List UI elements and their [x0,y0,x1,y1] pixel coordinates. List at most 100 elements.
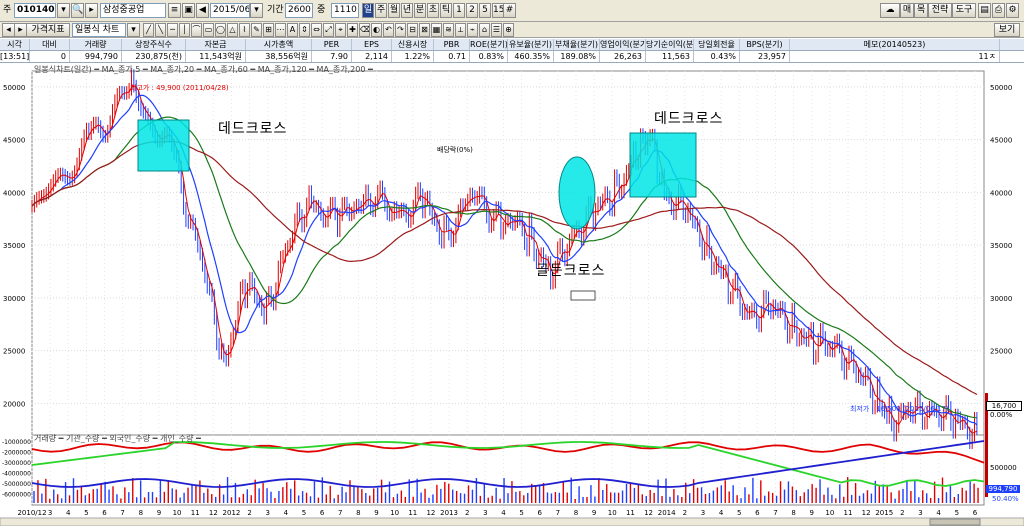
drawing-tool-icon-12[interactable]: A [287,23,298,37]
x-tick-label: 4 [66,509,71,517]
stock-info-values: [13:51] 0 994,790 230,875(천) 11,543억원 38,556억… [0,51,1024,63]
x-tick-label: 3 [265,509,269,517]
buy-button[interactable]: 매 [900,3,914,18]
chart-type-dropdown-icon[interactable]: ▾ [127,23,140,37]
x-tick-label: 2015 [875,509,893,517]
drawing-tool-icon-11[interactable]: ⋯ [275,23,286,37]
info-value-1: 0 [30,51,70,62]
x-tick-label: 5 [302,509,306,517]
x-tick-label: 8 [139,509,143,517]
search-icon[interactable]: 🔍 [71,3,84,18]
chart-toolbar: ◂ ▸ 가격지표 일봉식 차트 ▾ ╱╲─│⌒▭◯△⌇✎⊞⋯A⇕⇔⤢⌖✚⌫◐↶↷… [0,22,1024,38]
stock-info-button[interactable]: ▣ [182,3,195,18]
drawing-tool-icon-6[interactable]: ◯ [215,23,226,37]
x-tick-label: 2010/12 [17,509,46,517]
low-price-annotation: 최저가 : 16,500 (2015/06/17) [850,405,949,413]
settings-icon[interactable]: ⚙ [1006,3,1019,18]
drawing-tool-icon-19[interactable]: ◐ [371,23,382,37]
cloud-icon[interactable]: ☁ [880,3,900,18]
stock-list-button[interactable]: ≡ [168,3,181,18]
drawing-tool-icon-7[interactable]: △ [227,23,238,37]
drawing-tool-icon-8[interactable]: ⌇ [239,23,250,37]
drawing-tool-icon-3[interactable]: │ [179,23,190,37]
list-button[interactable]: 목 [914,3,928,18]
period-input[interactable]: 2600 [285,3,313,18]
date-prev-button[interactable]: ◀ [196,3,209,18]
drawing-tool-icon-10[interactable]: ⊞ [263,23,274,37]
drawing-tool-icon-17[interactable]: ✚ [347,23,358,37]
price-legend-text: 일봉식차트(일간) ━ MA_종가,5 ━ MA_종가,20 ━ MA_종가,6… [34,65,373,74]
drawing-tool-icon-20[interactable]: ↶ [383,23,394,37]
info-value-11: 460.35% [508,51,554,62]
volume-legend: 거래량 ━ 기관_수량 ━ 외국인_수량 ━ 개인_수량 ━ [34,433,201,444]
x-tick-label: 6 [755,509,760,517]
stock-name-field[interactable]: 삼성중공업 [100,3,166,18]
main-toolbar: 주 010140 ▾ 🔍 ▸ 삼성중공업 ≡ ▣ ◀ 2015/06/17 ▾ … [0,0,1024,22]
count-input[interactable]: 1110 [331,3,359,18]
info-header-10: ROE(분기) [470,39,508,50]
unit-button-4[interactable]: 분 [414,3,426,18]
drawing-tool-icon-9[interactable]: ✎ [251,23,262,37]
current-price-percent: 0.00% [990,411,1013,419]
drawing-tool-icon-25[interactable]: ≋ [443,23,454,37]
volume-tick-label: -5000000 [2,481,31,488]
x-tick-label: 10 [390,509,399,517]
drawing-tool-icon-27[interactable]: ⌁ [467,23,478,37]
drawing-tool-icon-0[interactable]: ╱ [143,23,154,37]
x-tick-label: 9 [374,509,378,517]
unit-button-9[interactable]: 5 [479,3,491,18]
info-value-12: 189.08% [554,51,600,62]
horizontal-scrollbar[interactable] [0,517,1024,526]
drawing-tool-icon-4[interactable]: ⌒ [191,23,202,37]
price-chart[interactable]: 50000 5000045000 4500040000 4000035000 35000… [0,63,1024,526]
info-header-11: 유보율(분기) [508,39,554,50]
count-label: 중 [317,5,326,15]
drawing-tool-icon-24[interactable]: ▦ [431,23,442,37]
unit-button-0[interactable]: 일 [362,3,374,18]
drawing-tool-icon-21[interactable]: ↷ [395,23,406,37]
drawing-tool-icon-29[interactable]: ☰ [491,23,502,37]
stock-code-input[interactable]: 010140 [14,3,56,18]
drawing-tool-icon-5[interactable]: ▭ [203,23,214,37]
drawing-tool-icon-22[interactable]: ⊟ [407,23,418,37]
prev-stock-button[interactable]: ▸ [85,3,98,18]
drawing-tool-icon-23[interactable]: ⊠ [419,23,430,37]
unit-button-2[interactable]: 월 [388,3,400,18]
drawing-tool-icon-30[interactable]: ⊕ [503,23,514,37]
drawing-tool-icon-14[interactable]: ⇔ [311,23,322,37]
view-button[interactable]: 보기 [994,23,1020,37]
drawing-tool-icon-13[interactable]: ⇕ [299,23,310,37]
chart-type-select[interactable]: 일봉식 차트 [72,23,126,37]
drawing-tool-icon-2[interactable]: ─ [167,23,178,37]
indicator-button[interactable]: 가격지표 [26,23,70,37]
date-input[interactable]: 2015/06/17 [210,3,250,18]
code-dropdown-button[interactable]: ▾ [57,3,70,18]
unit-button-6[interactable]: 틱 [440,3,452,18]
unit-button-5[interactable]: 초 [427,3,439,18]
drawing-tool-icon-28[interactable]: ⌂ [479,23,490,37]
x-tick-label: 12 [426,509,435,517]
drawing-tool-icon-16[interactable]: ⌖ [335,23,346,37]
unit-button-7[interactable]: 1 [453,3,465,18]
unit-button-8[interactable]: 2 [466,3,478,18]
tools-button[interactable]: 도구 [952,3,976,18]
drawing-tool-icon-1[interactable]: ╲ [155,23,166,37]
drawing-tool-icon-18[interactable]: ⌫ [359,23,370,37]
info-header-7: EPS [352,39,392,50]
grid-icon[interactable]: # [503,3,516,18]
empty-text-box[interactable] [570,290,596,301]
x-tick-label: 12 [644,509,653,517]
strategy-button[interactable]: 전략 [928,3,952,18]
volume-tick-label: -3000000 [2,460,31,467]
drawing-tool-icon-15[interactable]: ⤢ [323,23,334,37]
scrollbar-thumb[interactable] [929,518,981,526]
x-tick-label: 11 [626,509,635,517]
print-icon[interactable]: ⎙ [992,3,1005,18]
info-header-8: 신용시장 [392,39,434,50]
calendar-dropdown-icon[interactable]: ▾ [250,3,263,18]
unit-button-1[interactable]: 주 [375,3,387,18]
save-icon[interactable]: ▤ [978,3,991,18]
drawing-tool-icon-26[interactable]: ⟂ [455,23,466,37]
unit-button-3[interactable]: 년 [401,3,413,18]
info-header-9: PBR [434,39,470,50]
